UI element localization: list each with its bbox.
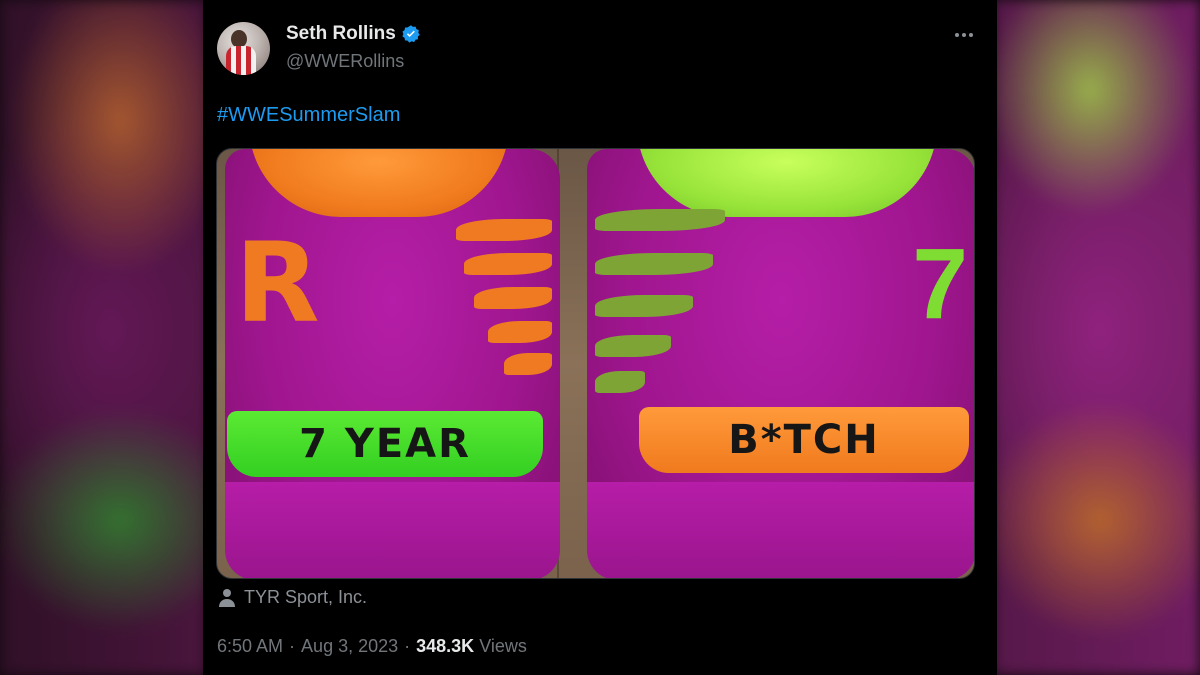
wing-stripe [595,295,693,317]
wing-stripe [456,219,552,241]
dot [955,33,959,37]
location-name: TYR Sport, Inc. [244,587,368,607]
heel-handwriting: 7 YEAR [299,421,471,467]
author-display-name[interactable]: Seth Rollins [286,23,396,45]
wing-stripe [504,353,552,375]
heel-band: B*TCH [639,407,969,473]
wing-stripe [595,371,645,393]
dot [962,33,966,37]
wing-stripe [595,253,713,275]
separator: · [404,636,411,656]
heel-band: 7 YEAR [227,411,543,477]
author-name-row: Seth Rollins [286,23,421,45]
separator: · [289,636,296,656]
dot [969,33,973,37]
tweet-date[interactable]: Aug 3, 2023 [301,636,398,657]
views-count: 348.3K [416,636,475,656]
wing-stripe [474,287,552,309]
sneaker-sole [225,482,560,578]
tweet-photo[interactable]: R 7 YEAR 7 B*TCH [216,148,975,579]
heel-number-mark: 7 [912,228,968,340]
ellipsis-horizontal-icon[interactable] [955,24,973,46]
avatar[interactable] [217,22,270,75]
verified-badge-icon [402,25,420,43]
avatar-body [226,46,256,75]
wing-stripe [595,209,725,231]
wing-stripe [488,321,552,343]
location-tag[interactable]: TYR Sport, Inc. [218,587,367,608]
tweet-time[interactable]: 6:50 AM [217,636,283,657]
tyr-logo-letter: R [235,219,320,347]
person-icon [219,588,235,607]
author-handle[interactable]: @WWERollins [286,51,404,72]
tweet-card: Seth Rollins @WWERollins #WWESummerSlam … [203,0,997,675]
views-label: Views [479,636,527,656]
hashtag-link[interactable]: #WWESummerSlam [217,104,400,127]
sneaker-sole [587,482,974,578]
wing-stripe [595,335,671,357]
right-sneaker: 7 B*TCH [587,149,974,578]
heel-handwriting: B*TCH [728,417,880,463]
wing-stripe [464,253,552,275]
left-sneaker: R 7 YEAR [225,149,560,578]
tweet-metadata: 6:50 AM · Aug 3, 2023 · 348.3K Views [217,636,527,657]
